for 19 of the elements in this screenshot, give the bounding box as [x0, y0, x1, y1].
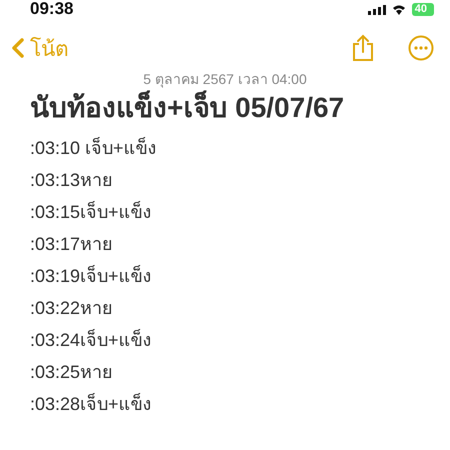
- note-line: :03:19เจ็บ+แข็ง: [30, 264, 153, 288]
- note-line: :03:24เจ็บ+แข็ง: [30, 328, 153, 352]
- note-line: :03:17หาย: [30, 233, 114, 256]
- note-line: :03:13หาย: [30, 169, 114, 192]
- note-line: :03:15เจ็บ+แข็ง: [30, 200, 153, 224]
- chevron-icon: [12, 38, 24, 58]
- back-button[interactable]: โน้ต: [12, 32, 69, 64]
- note-line: :03:28เจ็บ+แข็ง: [30, 392, 153, 416]
- note-line: :03:25หาย: [30, 361, 114, 384]
- note-date: 5 ตุลาคม 2567 เวลา 04:00: [143, 71, 307, 87]
- wifi-icon: [392, 4, 406, 14]
- note-title: นับท้องแข็ง+เจ็บ 05/07/67: [30, 90, 346, 125]
- status-time: 09:38: [30, 0, 74, 18]
- battery-indicator: 40: [412, 3, 434, 16]
- note-line: :03:10 เจ็บ+แข็ง: [30, 136, 158, 160]
- share-icon[interactable]: [352, 34, 374, 62]
- signal-icon: [368, 4, 386, 14]
- note-line: :03:22หาย: [30, 297, 114, 320]
- more-icon[interactable]: [408, 35, 434, 61]
